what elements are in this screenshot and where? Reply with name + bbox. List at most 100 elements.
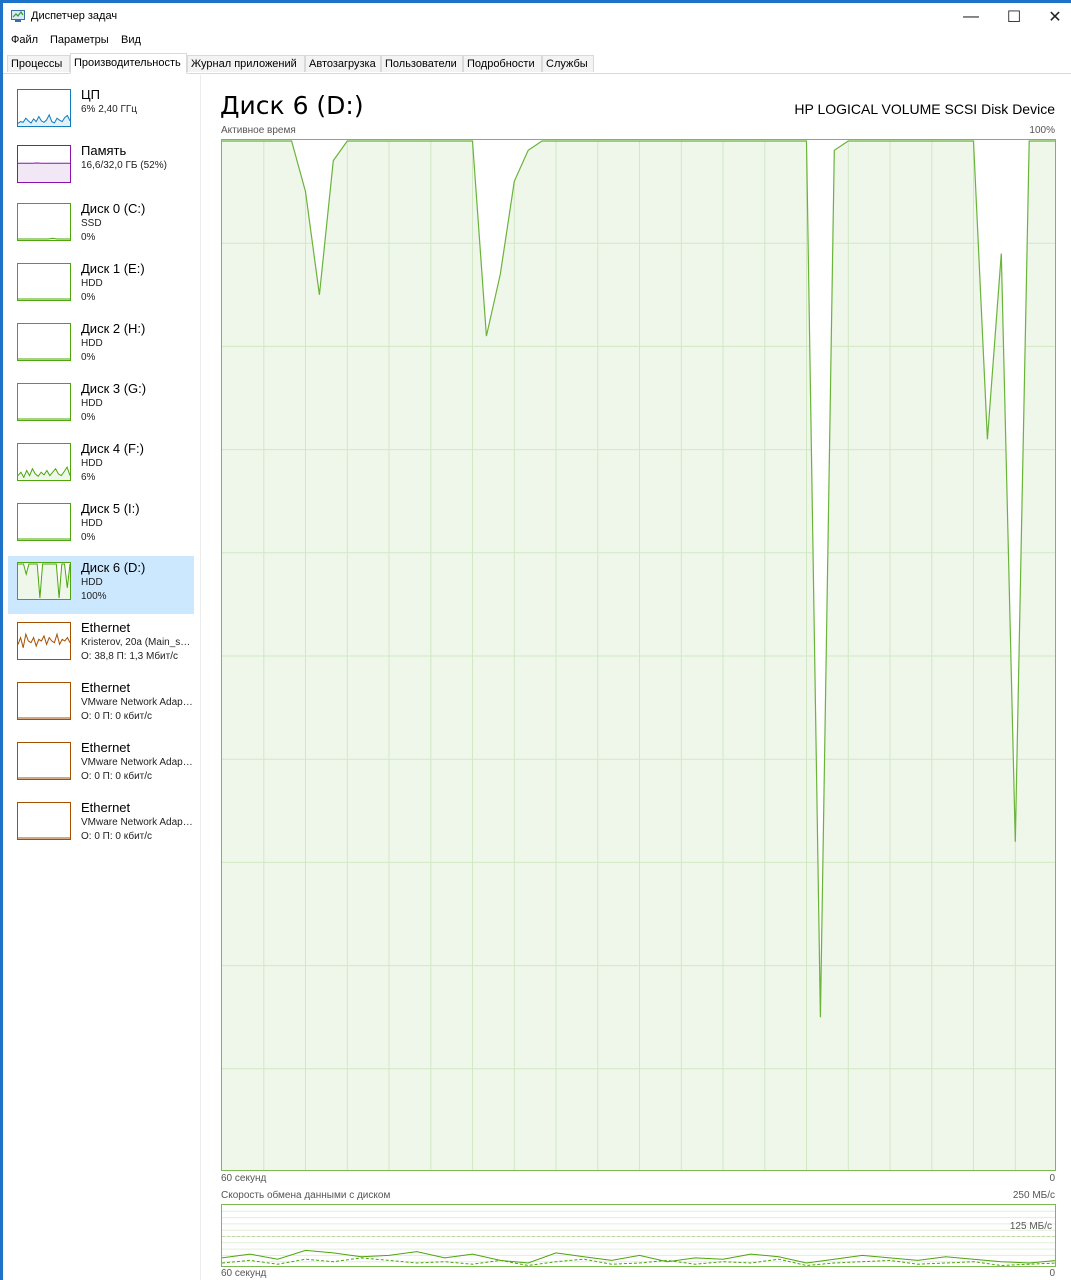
sidebar-item-title: Диск 6 (D:) — [81, 560, 146, 575]
tab-startup[interactable]: Автозагрузка — [305, 55, 381, 72]
sidebar-item-value: О: 0 П: 0 кбит/с — [81, 771, 153, 782]
sidebar-item-0[interactable]: ЦП 6% 2,40 ГГц — [8, 83, 194, 141]
sidebar-item-subtitle: VMware Network Adapter — [81, 697, 193, 708]
tab-performance[interactable]: Производительность — [70, 53, 187, 74]
performance-sidebar: ЦП 6% 2,40 ГГц Память 16,6/32,0 ГБ (52%) Дис… — [3, 75, 197, 1280]
thumbnail-graph — [18, 717, 70, 719]
sidebar-item-value: 0% — [81, 232, 96, 243]
thumbnail-area — [18, 634, 70, 659]
thumbnail-graph — [18, 777, 70, 779]
transfer-x-start: 60 секунд — [221, 1268, 267, 1279]
thumbnail-graph — [18, 418, 70, 420]
menu-bar: Файл Параметры Вид — [3, 31, 1071, 51]
sidebar-item-title: Диск 0 (C:) — [81, 201, 146, 216]
sidebar-thumbnail — [17, 145, 71, 183]
sidebar-item-subtitle: Kristerov, 20a (Main_switch) — [81, 637, 193, 648]
sidebar-item-subtitle: SSD — [81, 218, 102, 229]
transfer-rate-mid: 125 МБ/с — [1009, 1221, 1052, 1232]
sidebar-item-title: Диск 5 (I:) — [81, 501, 140, 516]
tab-services[interactable]: Службы — [542, 55, 594, 72]
sidebar-item-3[interactable]: Диск 1 (E:) HDD 0% — [8, 257, 194, 315]
sidebar-thumbnail — [17, 622, 71, 660]
active-time-chart — [222, 140, 1055, 1170]
sidebar-item-value: О: 0 П: 0 кбит/с — [81, 831, 153, 842]
sidebar-item-title: Диск 4 (F:) — [81, 441, 144, 456]
sidebar-item-value: О: 38,8 П: 1,3 Мбит/с — [81, 651, 179, 662]
sidebar-item-value: 0% — [81, 292, 96, 303]
menu-view[interactable]: Вид — [121, 34, 141, 46]
sidebar-item-value: 0% — [81, 412, 96, 423]
sidebar-item-title: Диск 2 (H:) — [81, 321, 146, 336]
sidebar-thumbnail — [17, 203, 71, 241]
sidebar-item-subtitle: HDD — [81, 518, 103, 529]
transfer-rate-graph: 125 МБ/с — [221, 1204, 1056, 1267]
sidebar-item-7[interactable]: Диск 5 (I:) HDD 0% — [8, 497, 194, 555]
sidebar-item-subtitle: HDD — [81, 577, 103, 588]
maximize-button[interactable]: ☐ — [994, 3, 1034, 31]
sidebar-item-subtitle: 16,6/32,0 ГБ (52%) — [81, 160, 167, 171]
thumbnail-graph — [18, 298, 70, 300]
tab-users[interactable]: Пользователи — [381, 55, 463, 72]
sidebar-item-9[interactable]: Ethernet Kristerov, 20a (Main_switch) О: 3… — [8, 616, 194, 674]
sidebar-item-value: 6% — [81, 472, 96, 483]
sidebar-item-value: 100% — [81, 591, 107, 602]
sidebar-thumbnail — [17, 742, 71, 780]
thumbnail-graph — [18, 632, 70, 659]
task-manager-icon — [11, 10, 25, 22]
sidebar-item-title: ЦП — [81, 87, 100, 102]
sidebar-item-title: Память — [81, 143, 127, 158]
transfer-rate-chart — [222, 1210, 1055, 1266]
sidebar-item-title: Ethernet — [81, 620, 131, 635]
task-manager-window: Диспетчер задач — ☐ ✕ Файл Параметры Вид… — [3, 3, 1071, 1280]
sidebar-item-6[interactable]: Диск 4 (F:) HDD 6% — [8, 437, 194, 495]
menu-file[interactable]: Файл — [11, 34, 38, 46]
sidebar-thumbnail — [17, 802, 71, 840]
close-button[interactable]: ✕ — [1035, 3, 1071, 31]
sidebar-item-5[interactable]: Диск 3 (G:) HDD 0% — [8, 377, 194, 435]
title-bar[interactable]: Диспетчер задач — ☐ ✕ — [3, 3, 1071, 31]
sidebar-thumbnail — [17, 443, 71, 481]
sidebar-item-10[interactable]: Ethernet VMware Network Adapter О: 0 П: 0 … — [8, 676, 194, 734]
active-time-max: 100% — [1029, 125, 1055, 136]
sidebar-item-value: О: 0 П: 0 кбит/с — [81, 711, 153, 722]
sidebar-divider — [200, 75, 201, 1280]
active-time-graph — [221, 139, 1056, 1171]
sidebar-item-subtitle: 6% 2,40 ГГц — [81, 104, 138, 115]
thumbnail-graph — [18, 465, 70, 480]
sidebar-item-12[interactable]: Ethernet VMware Network Adapter О: 0 П: 0 … — [8, 796, 194, 854]
sidebar-item-value: 0% — [81, 352, 96, 363]
tab-processes[interactable]: Процессы — [7, 55, 70, 72]
transfer-rate-max: 250 МБ/с — [1012, 1190, 1055, 1201]
active-time-x-start: 60 секунд — [221, 1173, 267, 1184]
sidebar-item-1[interactable]: Память 16,6/32,0 ГБ (52%) — [8, 139, 194, 197]
sidebar-item-subtitle: HDD — [81, 398, 103, 409]
sidebar-item-title: Ethernet — [81, 800, 131, 815]
sidebar-thumbnail — [17, 682, 71, 720]
active-time-label: Активное время — [221, 125, 296, 136]
sidebar-item-2[interactable]: Диск 0 (C:) SSD 0% — [8, 197, 194, 255]
thumbnail-area — [18, 114, 70, 126]
transfer-rate-label: Скорость обмена данными с диском — [221, 1190, 391, 1201]
tab-details[interactable]: Подробности — [463, 55, 542, 72]
sidebar-item-4[interactable]: Диск 2 (H:) HDD 0% — [8, 317, 194, 375]
thumbnail-line — [18, 237, 70, 240]
sidebar-item-11[interactable]: Ethernet VMware Network Adapter О: 0 П: 0 … — [8, 736, 194, 794]
minimize-button[interactable]: — — [951, 3, 991, 31]
sidebar-thumbnail — [17, 562, 71, 600]
menu-options[interactable]: Параметры — [50, 34, 109, 46]
sidebar-item-subtitle: HDD — [81, 338, 103, 349]
tab-app-history[interactable]: Журнал приложений — [187, 55, 305, 72]
thumbnail-graph — [18, 837, 70, 839]
window-title: Диспетчер задач — [31, 10, 118, 22]
sidebar-item-8[interactable]: Диск 6 (D:) HDD 100% — [8, 556, 194, 614]
sidebar-item-subtitle: HDD — [81, 458, 103, 469]
sidebar-item-title: Ethernet — [81, 740, 131, 755]
sidebar-item-subtitle: HDD — [81, 278, 103, 289]
sidebar-item-title: Ethernet — [81, 680, 131, 695]
thumbnail-graph — [18, 538, 70, 540]
sidebar-thumbnail — [17, 383, 71, 421]
page-title: Диск 6 (D:) — [220, 91, 364, 120]
sidebar-thumbnail — [17, 263, 71, 301]
sidebar-thumbnail — [17, 89, 71, 127]
sidebar-thumbnail — [17, 323, 71, 361]
